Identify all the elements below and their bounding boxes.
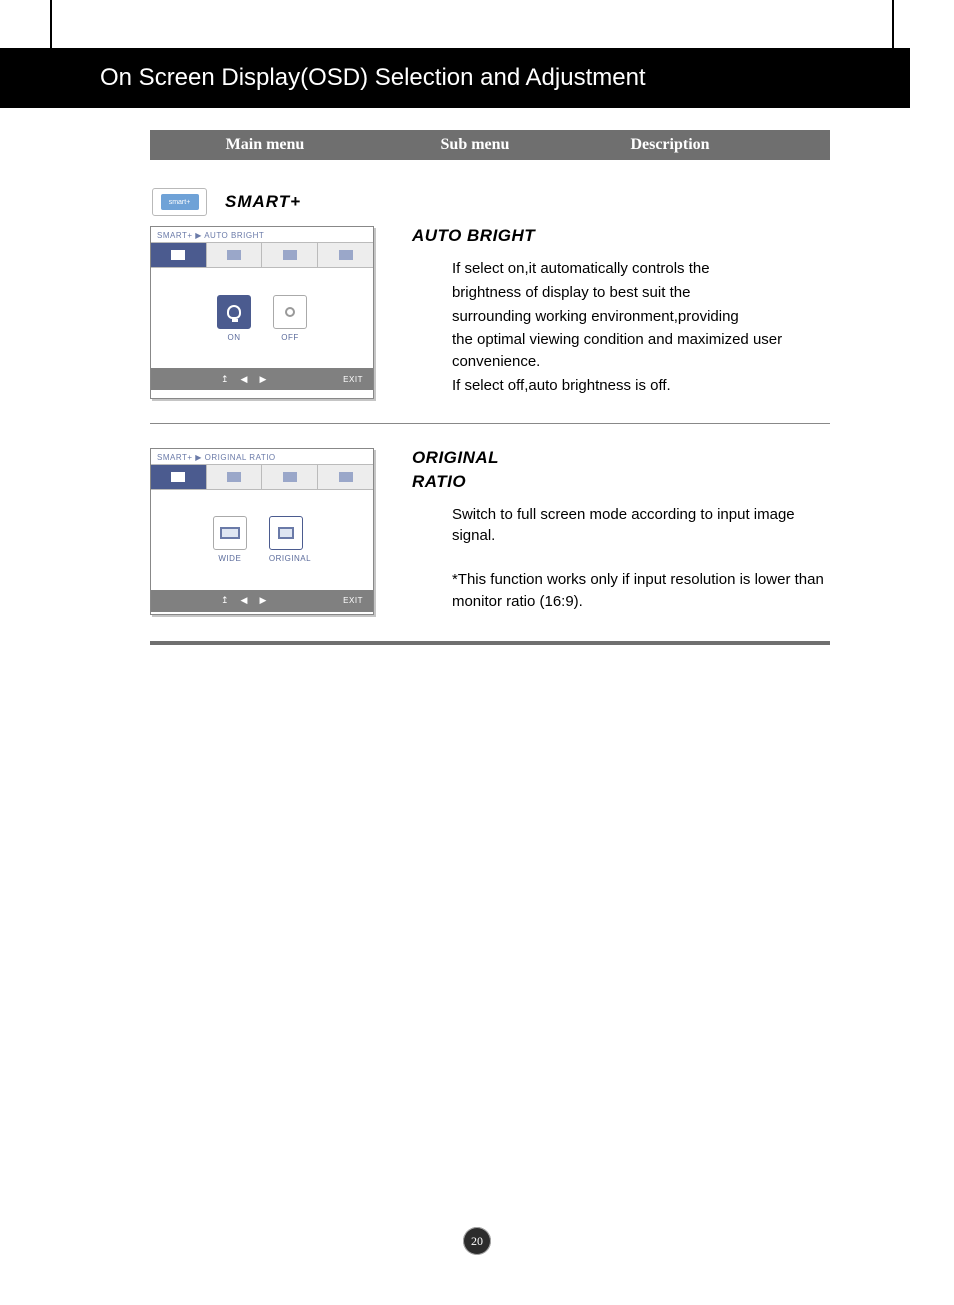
smart-badge-label: smart+: [161, 194, 199, 210]
page-title: On Screen Display(OSD) Selection and Adj…: [100, 64, 646, 92]
osd-tab-2[interactable]: [207, 243, 263, 267]
desc-line: surrounding working environment,providin…: [452, 306, 830, 328]
end-divider: [150, 641, 830, 645]
osd-breadcrumb-leaf: ORIGINAL RATIO: [205, 453, 276, 462]
nav-up-icon[interactable]: ↥: [221, 595, 229, 606]
content-area: Main menu Sub menu Description smart+ SM…: [150, 130, 830, 645]
chevron-right-icon: ▶: [195, 453, 204, 462]
original-ratio-title-line2: RATIO: [412, 472, 830, 492]
bulb-tab-icon: [171, 472, 185, 482]
screen-tab-icon: [339, 250, 353, 260]
chevron-right-icon: ▶: [195, 231, 204, 240]
nav-up-icon[interactable]: ↥: [221, 374, 229, 385]
osd-tab-strip: [151, 242, 373, 268]
option-original-label: ORIGINAL: [269, 554, 311, 563]
osd-tab-3[interactable]: [262, 243, 318, 267]
section-original-ratio: SMART+ ▶ ORIGINAL RATIO WIDE ORIGINAL: [150, 448, 830, 615]
osd-footer-bar: ↥ ◀ ▶ EXIT: [151, 368, 373, 390]
option-on-label: ON: [217, 333, 251, 342]
smart-badge: smart+: [152, 188, 207, 216]
osd-breadcrumb-leaf: AUTO BRIGHT: [204, 231, 264, 240]
option-wide-label: WIDE: [213, 554, 247, 563]
desc-line: Switch to full screen mode according to …: [452, 504, 830, 548]
osd-tab-2[interactable]: [207, 465, 263, 489]
exit-button[interactable]: EXIT: [343, 596, 373, 605]
osd-breadcrumb: SMART+ ▶ ORIGINAL RATIO: [151, 449, 373, 464]
osd-tab-4[interactable]: [318, 465, 373, 489]
auto-bright-description: AUTO BRIGHT If select on,it automaticall…: [412, 226, 830, 399]
option-off-label: OFF: [273, 333, 307, 342]
bulb-off-icon: [285, 307, 295, 317]
smart-plus-label: SMART+: [225, 192, 301, 212]
osd-tab-4[interactable]: [318, 243, 373, 267]
original-ratio-description: ORIGINAL RATIO Switch to full screen mod…: [412, 448, 830, 615]
bulb-on-icon: [227, 305, 241, 319]
col-description: Description: [570, 136, 770, 154]
osd-breadcrumb-root: SMART+: [157, 231, 193, 240]
osd-tab-strip: [151, 464, 373, 490]
nav-right-icon[interactable]: ▶: [259, 374, 266, 385]
nav-left-icon[interactable]: ◀: [241, 374, 248, 385]
option-wide[interactable]: WIDE: [213, 516, 247, 563]
section-divider: [150, 423, 830, 424]
osd-tab-1[interactable]: [151, 465, 207, 489]
osd-screenshot-original-ratio: SMART+ ▶ ORIGINAL RATIO WIDE ORIGINAL: [150, 448, 374, 615]
auto-bright-title: AUTO BRIGHT: [412, 226, 830, 246]
col-sub-menu: Sub menu: [380, 136, 570, 154]
osd-screenshot-auto-bright: SMART+ ▶ AUTO BRIGHT ON OFF: [150, 226, 374, 399]
section-auto-bright: SMART+ ▶ AUTO BRIGHT ON OFF: [150, 226, 830, 399]
osd-options-area: ON OFF: [151, 268, 373, 368]
exit-button[interactable]: EXIT: [343, 375, 373, 384]
option-original[interactable]: ORIGINAL: [269, 516, 311, 563]
ratio-tab-icon: [227, 472, 241, 482]
osd-breadcrumb: SMART+ ▶ AUTO BRIGHT: [151, 227, 373, 242]
nav-left-icon[interactable]: ◀: [241, 595, 248, 606]
page-border-segment: [50, 0, 52, 48]
desc-line: brightness of display to best suit the: [452, 282, 830, 304]
desc-line: If select on,it automatically controls t…: [452, 258, 830, 280]
osd-footer-bar: ↥ ◀ ▶ EXIT: [151, 590, 373, 612]
original-ratio-title-line1: ORIGINAL: [412, 448, 830, 468]
col-main-menu: Main menu: [150, 136, 380, 154]
osd-breadcrumb-root: SMART+: [157, 453, 193, 462]
original-icon: [278, 527, 294, 539]
page-border-segment: [892, 0, 894, 48]
option-on[interactable]: ON: [217, 295, 251, 342]
ratio-tab-icon: [227, 250, 241, 260]
dual-tab-icon: [283, 250, 297, 260]
desc-line: the optimal viewing condition and maximi…: [452, 329, 830, 373]
page-number: 20: [463, 1227, 491, 1255]
osd-options-area: WIDE ORIGINAL: [151, 490, 373, 590]
desc-note: *This function works only if input resol…: [452, 569, 830, 613]
dual-tab-icon: [283, 472, 297, 482]
option-off[interactable]: OFF: [273, 295, 307, 342]
osd-tab-1[interactable]: [151, 243, 207, 267]
desc-line: If select off,auto brightness is off.: [452, 375, 830, 397]
bulb-tab-icon: [171, 250, 185, 260]
nav-right-icon[interactable]: ▶: [259, 595, 266, 606]
column-header-bar: Main menu Sub menu Description: [150, 130, 830, 160]
smart-heading-row: smart+ SMART+: [152, 188, 830, 216]
osd-tab-3[interactable]: [262, 465, 318, 489]
wide-icon: [220, 527, 240, 539]
screen-tab-icon: [339, 472, 353, 482]
page-title-banner: On Screen Display(OSD) Selection and Adj…: [0, 48, 910, 108]
